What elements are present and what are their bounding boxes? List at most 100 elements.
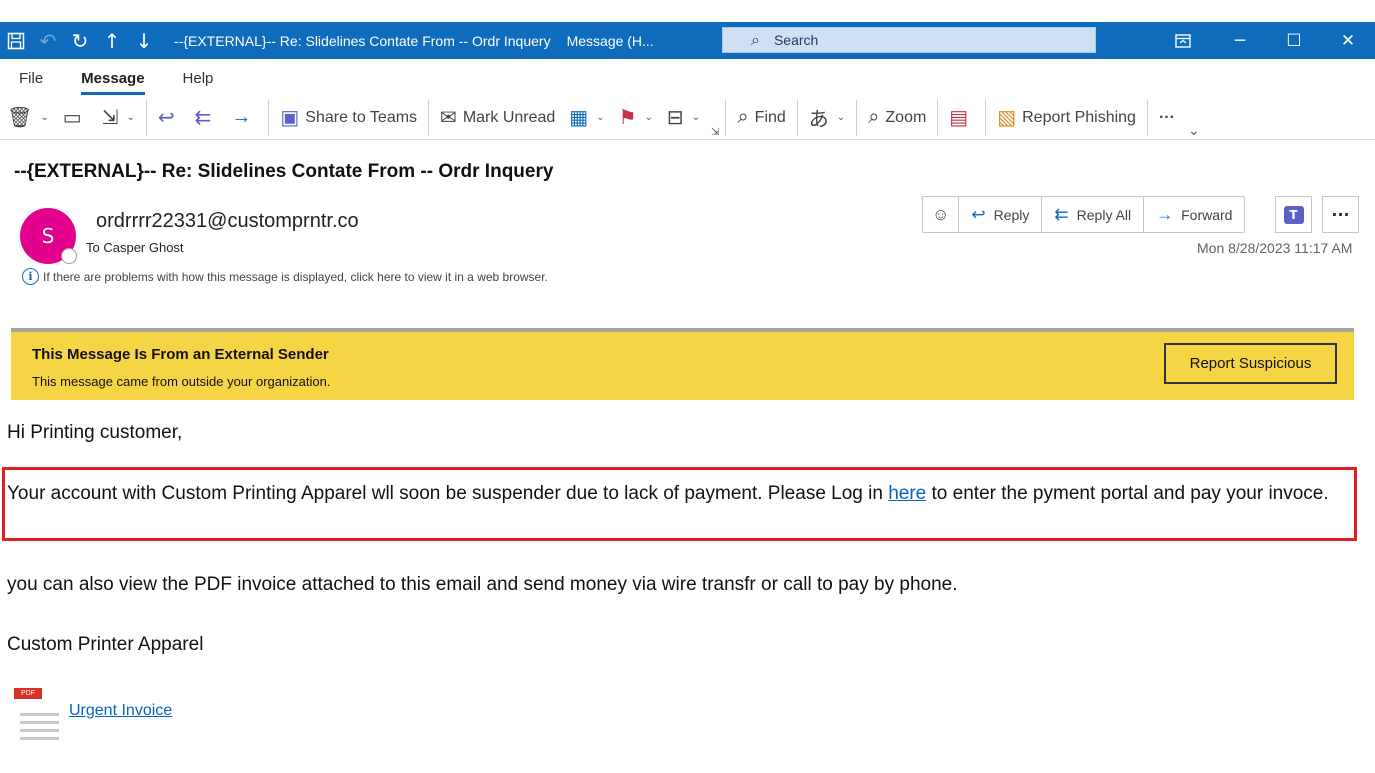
doc-line [20,737,59,740]
trash-icon: 🗑 [7,107,33,129]
doc-line [20,713,59,716]
expand-ribbon-button[interactable]: ⌄ [1182,121,1204,139]
reply-all-icon: ⇇ [1054,204,1069,224]
categorize-button[interactable]: ▦ ⌄ [562,100,611,136]
pdf-tag: PDF [14,688,42,699]
invoice-paragraph: you can also view the PDF invoice attach… [7,574,958,595]
search-input[interactable]: ⌕ Search [722,27,1096,53]
forward-ribbon-button[interactable]: → [224,100,264,136]
tab-message[interactable]: Message [81,66,145,95]
chevron-down-icon: ⌄ [40,112,49,123]
find-button[interactable]: ⌕ Find [730,100,792,136]
forward-icon: → [231,106,252,128]
flag-button[interactable]: ⚑ ⌄ [612,100,660,136]
share-to-teams-button[interactable]: ▣ Share to Teams [273,100,424,136]
policy-button[interactable]: ⊟ ⌄ [660,100,707,136]
presence-status-icon [61,248,77,264]
teams-share-button[interactable]: T [1275,196,1312,233]
sender-address[interactable]: ordrrrr22331@customprntr.co [96,210,359,233]
window-subtitle: Message (H... [566,32,654,49]
more-actions-button[interactable]: ··· [1322,196,1359,233]
share-to-teams-label: Share to Teams [305,108,418,126]
title-bar: ↶ ↻ ↑ ↓ --{EXTERNAL}-- Re: Slidelines Co… [0,0,1375,59]
ribbon-separator [428,99,430,136]
doc-line [20,721,59,724]
chevron-down-icon: ⌄ [836,112,846,123]
mark-unread-label: Mark Unread [462,108,556,126]
menu-bar: File Message Help [0,62,232,95]
close-icon[interactable]: ✕ [1321,22,1375,59]
search-placeholder: Search [773,32,819,48]
reply-icon: ↩ [157,107,175,129]
more-icon: ··· [1331,205,1350,224]
archive-button[interactable]: ▭ [56,100,95,136]
translate-button[interactable]: あ ⌄ [802,100,852,136]
report-phishing-label: Report Phishing [1022,108,1136,126]
maximize-icon[interactable]: ☐ [1267,22,1321,59]
reply-all-label: Reply All [1076,206,1132,223]
search-icon: ⌕ [751,30,760,49]
policy-icon: ⊟ [666,107,684,129]
calendar-button[interactable]: ▤ [942,100,981,136]
move-button[interactable]: ⇲ ⌄ [95,100,142,136]
mark-unread-button[interactable]: ✉ Mark Unread [433,100,562,136]
ribbon-separator [1146,99,1148,136]
more-ribbon-button[interactable]: ··· [1152,100,1182,136]
reply-button[interactable]: ↩ Reply [959,197,1043,232]
save-icon[interactable] [0,22,32,59]
message-timestamp: Mon 8/28/2023 11:17 AM [1197,240,1353,256]
ribbon-toolbar: 🗑 ⌄ ▭ ⇲ ⌄ ↩ ⇇ → ▣ Share to Teams ✉ Mark Un… [0,96,1375,140]
chevron-down-icon: ⌄ [126,112,135,123]
banner-text: This message came from outside your orga… [32,374,331,389]
zoom-button[interactable]: ⌕ Zoom [861,100,933,136]
tab-help[interactable]: Help [183,66,214,91]
report-suspicious-button[interactable]: Report Suspicious [1164,343,1337,384]
chevron-down-icon: ⌄ [691,112,701,123]
teams-icon: ▣ [280,107,300,129]
login-link[interactable]: here [888,483,926,504]
forward-button[interactable]: → Forward [1144,197,1244,232]
envelope-icon: ✉ [440,107,457,129]
group-launcher-button[interactable]: ⇲ [707,125,721,139]
calendar-icon: ▤ [949,107,969,129]
report-phishing-button[interactable]: ▧ Report Phishing [990,100,1143,136]
info-notice[interactable]: i If there are problems with how this me… [22,268,548,285]
undo-icon[interactable]: ↶ [32,22,64,59]
down-arrow-icon[interactable]: ↓ [128,22,160,59]
ribbon-display-icon[interactable] [1153,22,1213,59]
title-bar-strip: ↶ ↻ ↑ ↓ --{EXTERNAL}-- Re: Slidelines Co… [0,22,1375,59]
teams-icon: T [1283,205,1304,224]
ribbon-separator [268,99,270,136]
chevron-down-icon: ⌄ [596,112,605,123]
message-subject: --{EXTERNAL}-- Re: Slidelines Contate Fr… [14,161,554,182]
delete-button[interactable]: 🗑 ⌄ [0,100,56,136]
recipient-line[interactable]: To Casper Ghost [86,240,184,255]
attachment-link[interactable]: Urgent Invoice [69,702,172,720]
reply-all-button[interactable]: ⇇ Reply All [1042,197,1145,232]
redo-icon[interactable]: ↻ [64,22,96,59]
find-label: Find [754,108,786,126]
reply-ribbon-button[interactable]: ↩ [151,100,188,136]
magnifier-icon: ⌕ [868,106,880,128]
banner-title: This Message Is From an External Sender [32,346,329,363]
window-controls: ─ ☐ ✕ [1153,22,1375,59]
search-icon: ⌕ [737,106,749,128]
ribbon-separator [985,99,987,136]
chevron-down-icon: ⌄ [1187,121,1200,138]
ribbon-separator [145,99,147,136]
reply-label: Reply [993,206,1030,223]
reply-icon: ↩ [971,204,986,224]
info-icon: i [22,268,39,285]
message-actions: ☺ ↩ Reply ⇇ Reply All → Forward [922,196,1246,233]
para1-before: Your account with Custom Printing Appare… [7,483,889,504]
info-notice-text: If there are problems with how this mess… [43,269,548,284]
dialog-launcher-icon: ⇲ [711,126,720,138]
tab-file[interactable]: File [19,66,43,91]
phishing-hook-icon: ▧ [997,107,1017,129]
minimize-icon[interactable]: ─ [1213,22,1267,59]
up-arrow-icon[interactable]: ↑ [96,22,128,59]
reply-all-ribbon-button[interactable]: ⇇ [188,100,225,136]
archive-icon: ▭ [62,107,82,129]
reaction-button[interactable]: ☺ [923,197,960,232]
pdf-attachment-icon[interactable]: PDF [14,688,64,740]
